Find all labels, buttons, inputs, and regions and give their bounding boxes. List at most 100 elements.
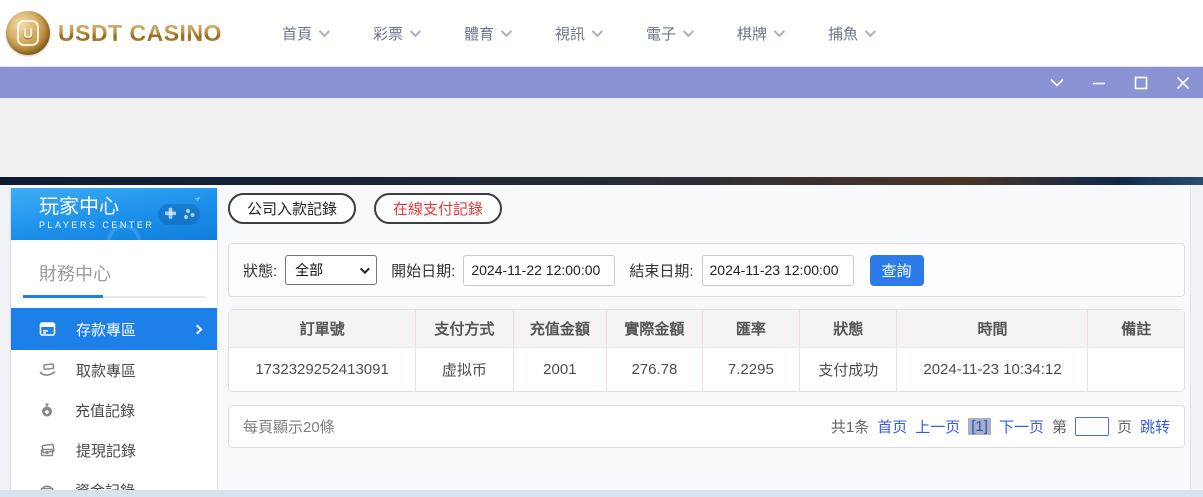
nav-label: 體育 xyxy=(463,25,494,43)
deposit-records-table: 訂單號 支付方式 充值金額 實際金額 匯率 狀態 時間 備註 173232925… xyxy=(228,309,1185,392)
col-actual-amount: 實際金額 xyxy=(607,310,703,348)
nav-label: 棋牌 xyxy=(737,25,768,43)
nav-item-live[interactable]: 視訊 xyxy=(555,23,604,44)
cell-payment-method: 虚拟币 xyxy=(416,348,514,391)
pagination-bar: 每頁顯示20條 共1条 首页 上一页 [1] 下一页 第 页 跳转 xyxy=(228,405,1185,448)
sidebar-item-withdraw-record[interactable]: 提現記錄 xyxy=(11,430,217,470)
logo-letter: U xyxy=(17,20,39,46)
jump-button[interactable]: 跳转 xyxy=(1140,416,1170,437)
sidebar-item-label: 存款專區 xyxy=(76,321,137,339)
nav-item-home[interactable]: 首頁 xyxy=(281,23,331,44)
sidebar-item-recharge-record[interactable]: 充值記錄 xyxy=(11,390,217,430)
nav-item-chess[interactable]: 棋牌 xyxy=(737,23,786,44)
next-page-link[interactable]: 下一页 xyxy=(999,416,1044,437)
jump-suffix-label: 页 xyxy=(1116,419,1132,436)
minimize-icon[interactable] xyxy=(1091,75,1107,91)
cell-actual-amount: 276.78 xyxy=(607,348,703,391)
page-jump-input[interactable] xyxy=(1074,417,1109,436)
nav-label: 首頁 xyxy=(281,25,312,43)
cell-status: 支付成功 xyxy=(800,348,898,391)
chevron-right-icon xyxy=(192,324,203,334)
sidebar-header: 玩家中心 PLAYERS CENTER xyxy=(11,188,217,240)
sidebar-item-withdraw[interactable]: 取款專區 xyxy=(11,350,217,390)
site-header: U USDT CASINO 首頁 彩票 體育 視訊 電子 棋牌 捕魚 xyxy=(0,0,1203,67)
nav-label: 視訊 xyxy=(555,25,586,43)
col-payment-method: 支付方式 xyxy=(416,310,514,348)
chevron-down-icon xyxy=(773,25,786,38)
chevron-down-icon xyxy=(360,263,371,274)
status-selected-value: 全部 xyxy=(295,262,324,278)
start-date-input[interactable] xyxy=(463,254,616,286)
sidebar-section-title: 財務中心 xyxy=(39,264,111,284)
col-recharge-amount: 充值金額 xyxy=(513,310,608,348)
close-icon[interactable] xyxy=(1175,75,1191,91)
sidebar-item-deposit[interactable]: 存款專區 xyxy=(11,308,217,350)
pager: 共1条 首页 上一页 [1] 下一页 第 页 跳转 xyxy=(831,416,1170,437)
nav-item-lottery[interactable]: 彩票 xyxy=(372,23,422,44)
right-gutter xyxy=(1190,185,1203,490)
cell-time: 2024-11-23 10:34:12 xyxy=(897,348,1089,391)
first-page-link[interactable]: 首页 xyxy=(877,416,907,437)
bottom-edge-strip xyxy=(0,490,1203,497)
sidebar-menu: 存款專區 取款專區 充值記錄 提現記錄 xyxy=(11,308,217,497)
prev-page-link[interactable]: 上一页 xyxy=(915,416,960,437)
content-area: 玩家中心 PLAYERS CENTER 財務中心 存款專區 取款專區 充值記錄 … xyxy=(0,185,1203,497)
total-count-text: 共1条 xyxy=(830,419,870,436)
chevron-down-icon xyxy=(682,25,695,38)
sidebar: 玩家中心 PLAYERS CENTER 財務中心 存款專區 取款專區 充值記錄 … xyxy=(10,188,218,497)
maximize-icon[interactable] xyxy=(1133,75,1149,91)
cell-exchange-rate: 7.2295 xyxy=(702,348,801,391)
cell-order-no: 1732329252413091 xyxy=(229,348,417,391)
chevron-down-icon xyxy=(864,25,877,38)
tab-online-payment-record[interactable]: 在線支付記錄 xyxy=(374,193,503,224)
nav-label: 電子 xyxy=(646,25,677,43)
hand-money-icon xyxy=(39,362,56,378)
col-exchange-rate: 匯率 xyxy=(702,310,801,348)
status-label: 狀態: xyxy=(243,262,278,280)
nav-label: 捕魚 xyxy=(828,25,859,43)
col-remark: 備註 xyxy=(1088,310,1184,348)
jump-prefix-label: 第 xyxy=(1051,419,1067,436)
start-date-label: 開始日期: xyxy=(391,262,456,280)
money-bag-icon xyxy=(39,402,55,418)
search-button[interactable]: 查詢 xyxy=(869,254,924,286)
logo-text: USDT CASINO xyxy=(58,19,222,46)
nav-item-sports[interactable]: 體育 xyxy=(463,23,513,44)
status-select[interactable]: 全部 xyxy=(285,255,378,285)
col-status: 狀態 xyxy=(800,310,898,348)
page-size-text: 每頁顯示20條 xyxy=(243,419,335,436)
site-logo[interactable]: U USDT CASINO xyxy=(6,11,222,55)
nav-item-fishing[interactable]: 捕魚 xyxy=(828,23,877,44)
filter-bar: 狀態: 全部 開始日期: 結束日期: 查詢 xyxy=(228,243,1185,297)
tab-company-deposit-record[interactable]: 公司入款記錄 xyxy=(228,193,357,224)
end-date-label: 結束日期: xyxy=(629,262,694,280)
decorative-divider xyxy=(0,177,1203,185)
sidebar-item-label: 充值記錄 xyxy=(75,402,136,420)
col-order-no: 訂單號 xyxy=(229,310,417,348)
col-time: 時間 xyxy=(897,310,1089,348)
cell-remark xyxy=(1088,348,1184,391)
window-title-bar xyxy=(0,67,1203,98)
main-nav: 首頁 彩票 體育 視訊 電子 棋牌 捕魚 xyxy=(281,23,877,44)
gamepad-icon xyxy=(155,196,203,234)
cell-recharge-amount: 2001 xyxy=(513,348,608,391)
logo-icon: U xyxy=(6,11,50,55)
chevron-down-icon xyxy=(500,25,513,38)
sidebar-item-label: 取款專區 xyxy=(76,362,137,380)
record-tabs: 公司入款記錄 在線支付記錄 xyxy=(228,193,1185,224)
end-date-input[interactable] xyxy=(701,254,854,286)
deposit-card-icon xyxy=(39,321,56,337)
nav-label: 彩票 xyxy=(372,25,403,43)
section-underline xyxy=(23,295,205,298)
nav-item-slots[interactable]: 電子 xyxy=(646,23,695,44)
chevron-down-icon xyxy=(409,25,422,38)
table-header-row: 訂單號 支付方式 充值金額 實際金額 匯率 狀態 時間 備註 xyxy=(229,310,1184,348)
left-gutter xyxy=(0,185,10,490)
chevron-down-icon xyxy=(591,25,604,38)
empty-banner-area xyxy=(0,98,1203,177)
chevron-down-icon xyxy=(318,25,331,38)
sidebar-item-label: 提現記錄 xyxy=(76,442,137,460)
collapse-chevron-icon[interactable] xyxy=(1049,75,1065,91)
current-page-indicator: [1] xyxy=(968,418,991,435)
app-window: U USDT CASINO 首頁 彩票 體育 視訊 電子 棋牌 捕魚 玩家中心 … xyxy=(0,0,1203,497)
